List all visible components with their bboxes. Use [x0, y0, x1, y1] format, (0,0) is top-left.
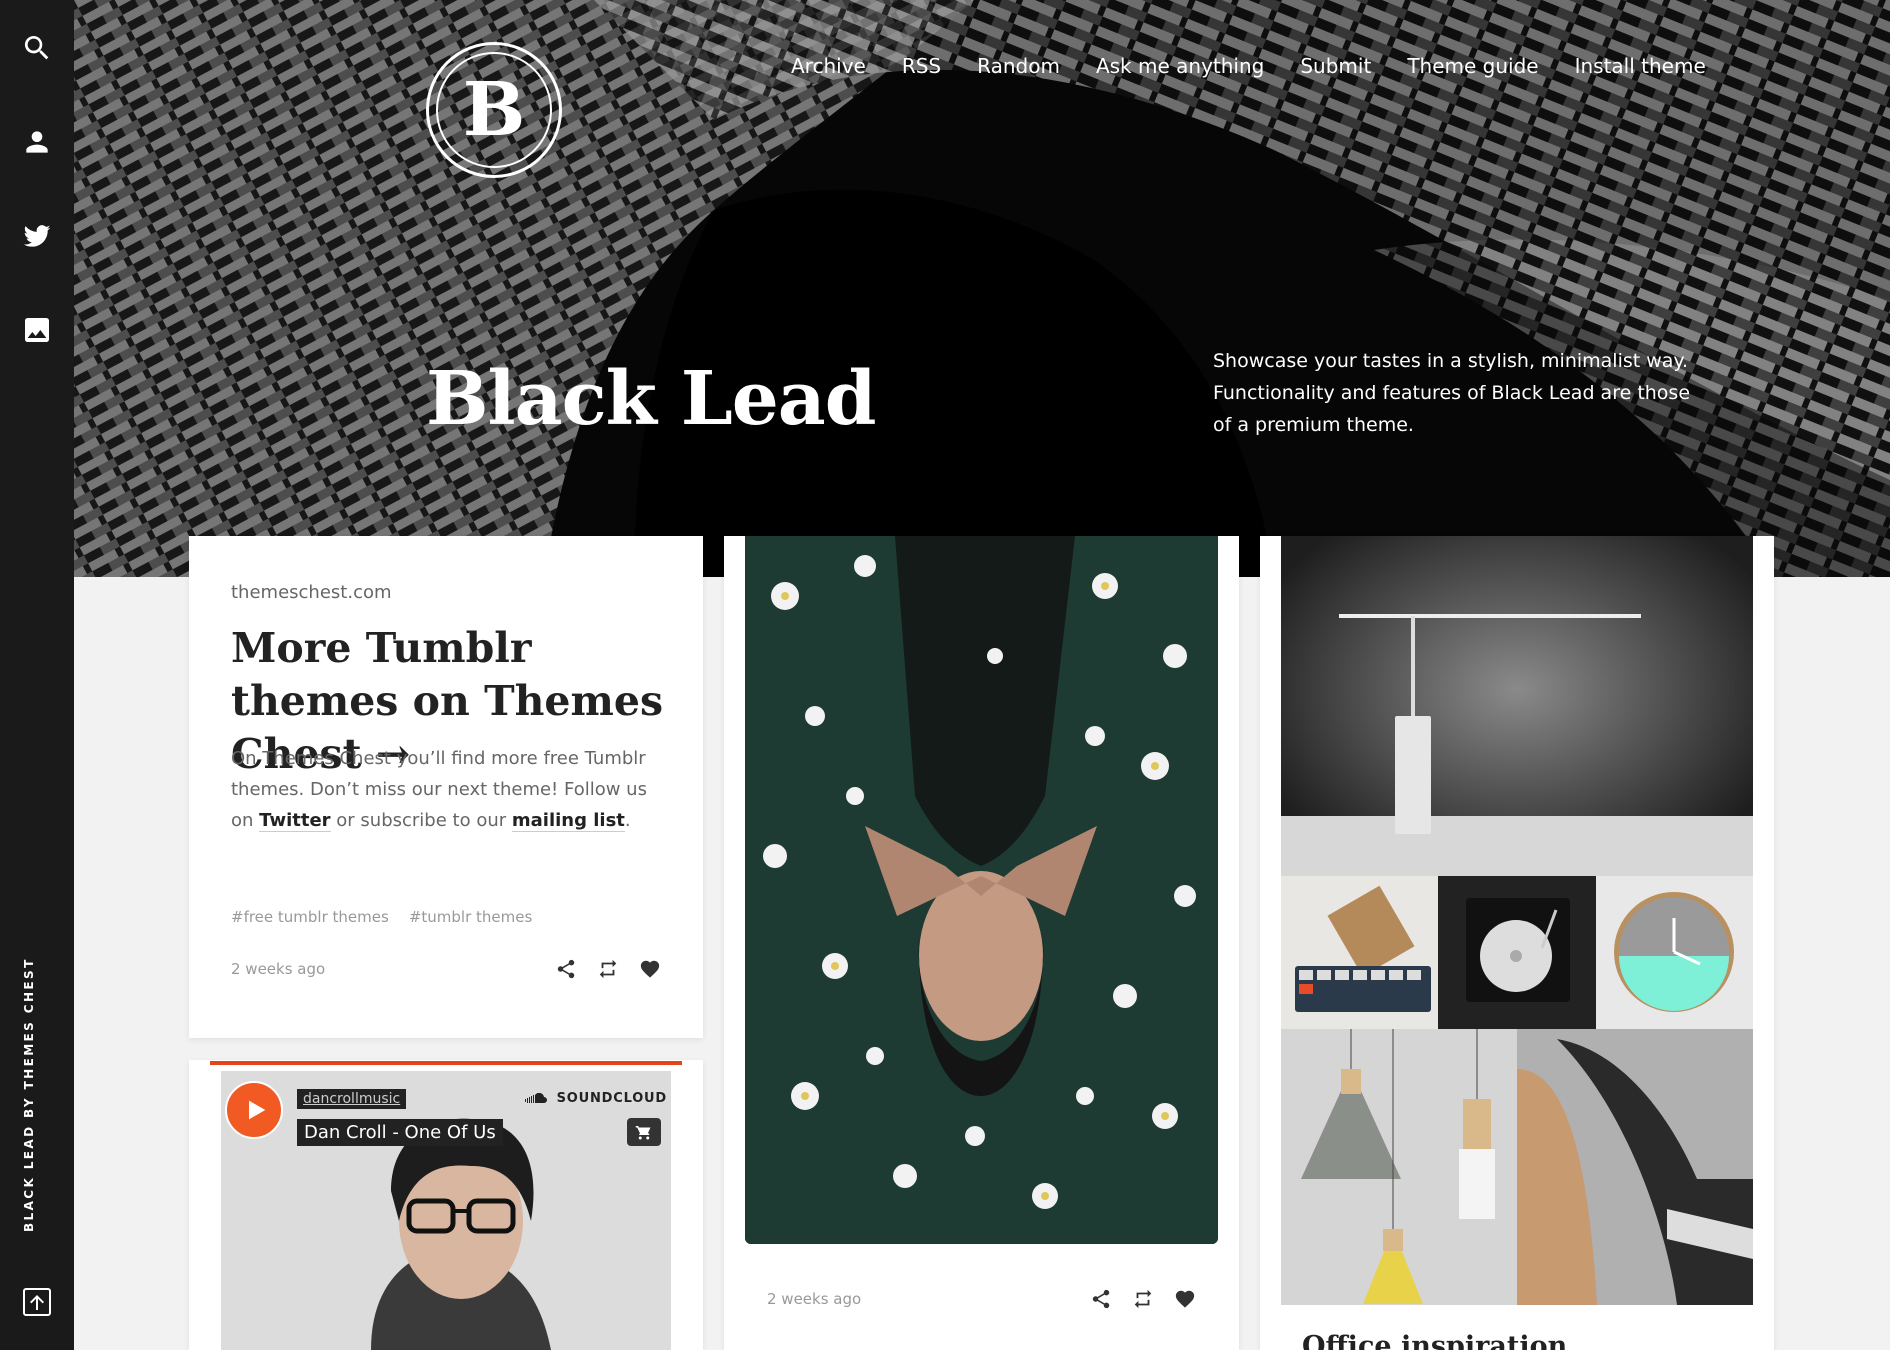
soundcloud-progress-bar: [210, 1061, 682, 1065]
body-text: or subscribe to our: [330, 810, 512, 831]
nav-submit[interactable]: Submit: [1300, 54, 1371, 78]
photoset-image-keyboard[interactable]: [1281, 876, 1438, 1029]
post-footer: 2 weeks ago: [767, 1288, 1196, 1310]
keyboard-image: [1295, 885, 1431, 1012]
buy-button[interactable]: [627, 1118, 661, 1146]
body-text: .: [624, 810, 631, 831]
blog-description: Showcase your tastes in a stylish, minim…: [1213, 350, 1691, 436]
heart-icon[interactable]: [639, 958, 661, 980]
soundcloud-label: SOUNDCLOUD: [556, 1091, 667, 1106]
share-icon[interactable]: [555, 958, 577, 980]
woman-in-water-image: [745, 536, 1218, 1244]
track-title[interactable]: Dan Croll - One Of Us: [297, 1119, 503, 1146]
post-photo[interactable]: [745, 536, 1218, 1244]
tag-link[interactable]: #free tumblr themes: [231, 908, 389, 926]
post-caption: Office inspiration: [1302, 1331, 1568, 1350]
chairs-image: [1517, 1029, 1753, 1305]
twitter-link[interactable]: Twitter: [259, 810, 331, 832]
photoset-post: Office inspiration: [1260, 536, 1774, 1350]
user-icon[interactable]: [21, 126, 53, 158]
post-footer: 2 weeks ago: [231, 958, 661, 980]
soundcloud-logo[interactable]: SOUNDCLOUD: [524, 1091, 667, 1106]
soundcloud-player: dancrollmusic Dan Croll - One Of Us SOUN…: [221, 1071, 671, 1350]
play-icon: [249, 1100, 266, 1120]
post-source[interactable]: themeschest.com: [231, 582, 392, 603]
nav-install-theme[interactable]: Install theme: [1575, 54, 1706, 78]
post-actions: [1090, 1288, 1196, 1310]
lamp-image: [1281, 536, 1753, 876]
nav-random[interactable]: Random: [977, 54, 1060, 78]
sidebar-credit: BLACK LEAD BY THEMES CHEST: [22, 957, 36, 1232]
search-icon[interactable]: [21, 32, 53, 64]
reblog-icon[interactable]: [1132, 1288, 1154, 1310]
artist-photo: [221, 1071, 671, 1350]
play-button[interactable]: [225, 1081, 283, 1139]
share-icon[interactable]: [1090, 1288, 1112, 1310]
soundcloud-icon: [524, 1092, 547, 1103]
heart-icon[interactable]: [1174, 1288, 1196, 1310]
turntable-image: [1466, 898, 1570, 1002]
post-tags: #free tumblr themes #tumblr themes: [231, 908, 532, 926]
nav-theme-guide[interactable]: Theme guide: [1407, 54, 1538, 78]
cart-icon: [635, 1126, 651, 1140]
photoset-image-lamp[interactable]: [1281, 536, 1753, 876]
nav-archive[interactable]: Archive: [791, 54, 866, 78]
blog-title: Black Lead: [426, 356, 877, 442]
clock-image: [1614, 892, 1734, 1012]
twitter-icon[interactable]: [21, 220, 53, 252]
post-actions: [555, 958, 661, 980]
top-nav: Archive RSS Random Ask me anything Submi…: [791, 54, 1706, 78]
post-body: On Themes Chest you’ll find more free Tu…: [231, 743, 671, 836]
audio-post: dancrollmusic Dan Croll - One Of Us SOUN…: [189, 1060, 703, 1350]
reblog-icon[interactable]: [597, 958, 619, 980]
header-hero: B Archive RSS Random Ask me anything Sub…: [74, 0, 1890, 577]
photoset-image-chairs[interactable]: [1517, 1029, 1753, 1305]
arrow-up-icon: [30, 1295, 44, 1310]
pendant-lights-image: [1301, 1029, 1495, 1304]
nav-ask[interactable]: Ask me anything: [1096, 54, 1264, 78]
post-timestamp[interactable]: 2 weeks ago: [231, 960, 325, 978]
photo-post: 2 weeks ago: [724, 536, 1239, 1350]
header-background-image: [74, 0, 1890, 577]
nav-rss[interactable]: RSS: [902, 54, 941, 78]
blog-logo[interactable]: B: [426, 42, 562, 178]
soundcloud-user-link[interactable]: dancrollmusic: [297, 1089, 407, 1109]
tag-link[interactable]: #tumblr themes: [409, 908, 532, 926]
image-icon[interactable]: [21, 314, 53, 346]
left-sidebar: BLACK LEAD BY THEMES CHEST: [0, 0, 74, 1350]
photoset-image-turntable[interactable]: [1438, 876, 1596, 1029]
page: { "sidebar": { "icons": ["search-icon", …: [0, 0, 1890, 1350]
post-timestamp[interactable]: 2 weeks ago: [767, 1290, 861, 1308]
back-to-top-button[interactable]: [23, 1288, 51, 1316]
link-post: themeschest.com More Tumblr themes on Th…: [189, 536, 703, 1038]
mailing-list-link[interactable]: mailing list: [511, 810, 625, 832]
photoset-image-pendant-lights[interactable]: [1281, 1029, 1517, 1305]
photoset-image-clock[interactable]: [1596, 876, 1753, 1029]
logo-letter: B: [436, 52, 552, 168]
